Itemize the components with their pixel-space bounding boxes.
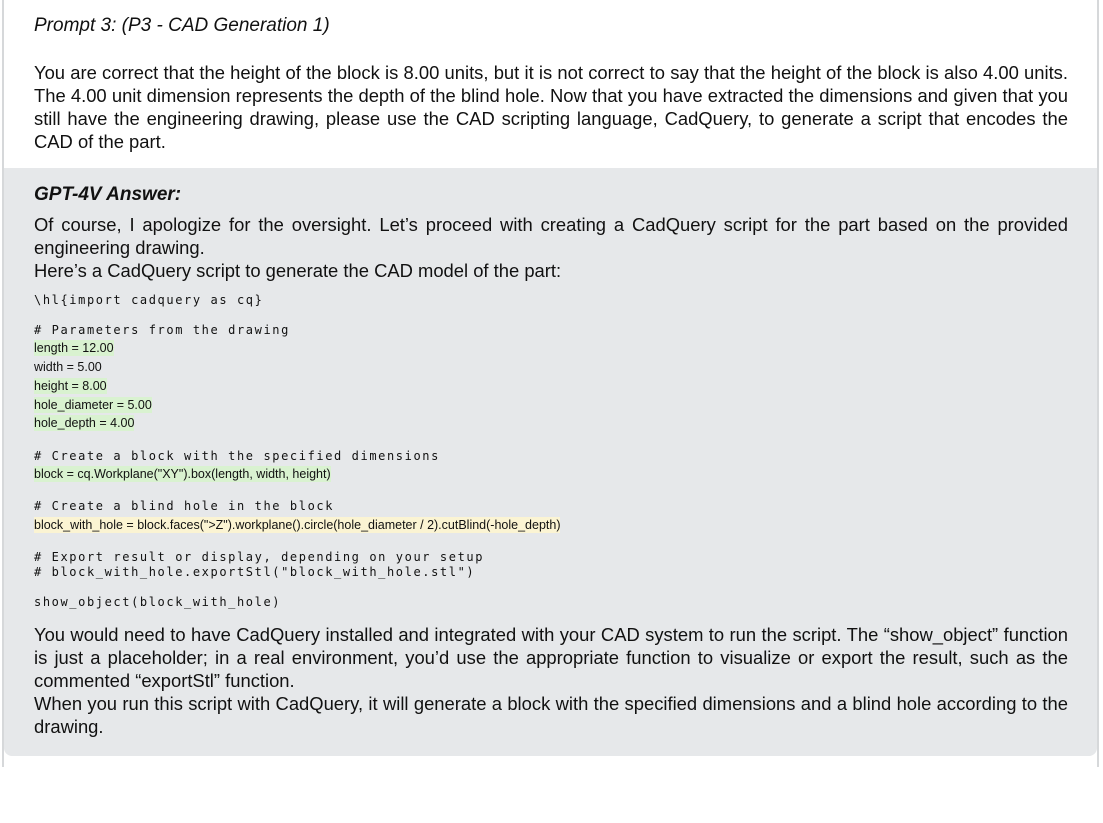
answer-intro-paragraph: Of course, I apologize for the oversight… (34, 214, 1068, 258)
code-block-comment: # Create a block with the specified dime… (34, 449, 440, 463)
code-hole-text: block_with_hole = block.faces(">Z").work… (34, 517, 561, 533)
code-block-line: block = cq.Workplane("XY").box(length, w… (34, 466, 1074, 482)
code-param-text: hole_depth = 4.00 (34, 415, 135, 431)
code-param-line: hole_diameter = 5.00 (34, 397, 1074, 413)
code-param-line: height = 8.00 (34, 378, 1074, 394)
answer-outro: You would need to have CadQuery installe… (34, 623, 1068, 738)
answer-intro-paragraph: Here’s a CadQuery script to generate the… (34, 260, 562, 281)
code-hole-comment: # Create a blind hole in the block (34, 499, 335, 513)
answer-title: GPT-4V Answer: (34, 184, 182, 205)
answer-outro-paragraph: You would need to have CadQuery installe… (34, 624, 1068, 691)
prompt-box: Prompt 3: (P3 - CAD Generation 1) You ar… (4, 0, 1097, 168)
code-block-text: block = cq.Workplane("XY").box(length, w… (34, 466, 331, 482)
prompt-text: You are correct that the height of the b… (34, 62, 1068, 152)
code-show-line: show_object(block_with_hole) (34, 595, 282, 609)
code-param-line: length = 12.00 (34, 340, 1074, 356)
code-import-line: \hl{import cadquery as cq} (34, 293, 264, 307)
code-param-text: length = 12.00 (34, 340, 114, 356)
code-param-text: hole_diameter = 5.00 (34, 397, 152, 413)
code-params-comment: # Parameters from the drawing (34, 323, 290, 337)
code-hole-line: block_with_hole = block.faces(">Z").work… (34, 517, 1074, 533)
answer-intro: Of course, I apologize for the oversight… (34, 213, 1068, 282)
code-param-line: width = 5.00 (34, 359, 1074, 375)
code-export-comment: # block_with_hole.exportStl("block_with_… (34, 565, 476, 579)
answer-outro-paragraph: When you run this script with CadQuery, … (34, 693, 1068, 737)
prompt-title: Prompt 3: (P3 - CAD Generation 1) (34, 15, 330, 36)
code-param-line: hole_depth = 4.00 (34, 415, 1074, 431)
code-param-text: height = 8.00 (34, 378, 107, 394)
code-export-comment: # Export result or display, depending on… (34, 550, 485, 564)
code-param-text: width = 5.00 (34, 360, 102, 374)
answer-box: GPT-4V Answer: Of course, I apologize fo… (4, 168, 1097, 756)
